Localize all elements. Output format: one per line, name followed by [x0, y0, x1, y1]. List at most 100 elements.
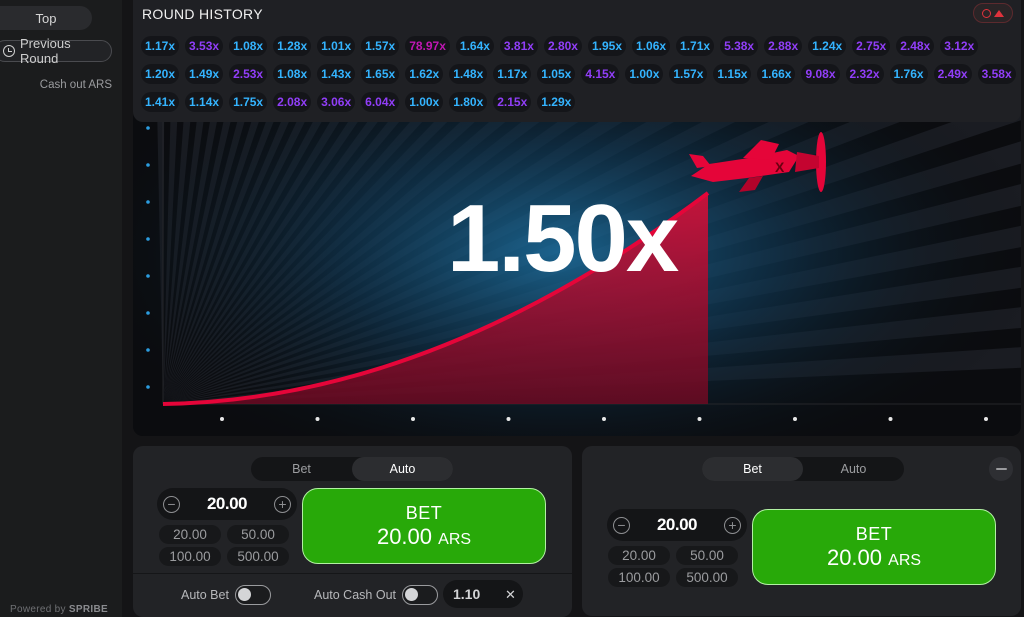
history-chip[interactable]: 1.76x	[889, 64, 928, 84]
history-chip[interactable]: 1.05x	[537, 64, 576, 84]
history-chip[interactable]: 2.49x	[933, 64, 972, 84]
x-axis-dot	[602, 417, 606, 421]
powered-by-text: Powered by	[10, 604, 66, 615]
quick-amount-50[interactable]: 50.00	[676, 546, 738, 565]
previous-round-button[interactable]: Previous Round	[0, 36, 112, 66]
history-chip[interactable]: 3.58x	[977, 64, 1016, 84]
auto-cashout-label: Auto Cash Out	[314, 588, 396, 602]
round-history-panel: ROUND HISTORY 1.17x 3.53x 1.08x 1.28x 1.01x 1…	[133, 0, 1021, 122]
history-chip[interactable]: 1.17x	[493, 64, 532, 84]
clear-icon[interactable]: ✕	[505, 587, 516, 603]
history-chip[interactable]: 1.57x	[669, 64, 708, 84]
quick-amount-500[interactable]: 500.00	[227, 547, 289, 566]
bet-amount-value[interactable]: 20.00	[207, 494, 248, 514]
history-chip[interactable]: 1.15x	[713, 64, 752, 84]
history-chip[interactable]: 1.29x	[537, 92, 576, 112]
quick-amount-20[interactable]: 20.00	[159, 525, 221, 544]
history-chip[interactable]: 2.48x	[896, 36, 935, 56]
history-chip[interactable]: 1.20x	[141, 64, 180, 84]
bet-button[interactable]: BET 20.00 ARS	[302, 488, 546, 564]
history-chip[interactable]: 2.53x	[229, 64, 268, 84]
history-chip[interactable]: 1.00x	[405, 92, 444, 112]
y-axis-dot	[146, 163, 150, 167]
history-chip[interactable]: 1.48x	[449, 64, 488, 84]
history-chip[interactable]: 1.75x	[229, 92, 268, 112]
history-chip[interactable]: 3.12x	[940, 36, 979, 56]
history-chip[interactable]: 3.53x	[185, 36, 224, 56]
history-chip[interactable]: 3.06x	[317, 92, 356, 112]
left-sidebar: Top Previous Round Cash out ARS Powered …	[0, 0, 122, 617]
y-axis-dot	[146, 274, 150, 278]
history-chip[interactable]: 2.75x	[852, 36, 891, 56]
history-chip[interactable]: 1.06x	[632, 36, 671, 56]
history-chip[interactable]: 1.57x	[361, 36, 400, 56]
bet-button-label: BET	[855, 523, 893, 544]
history-toggle-button[interactable]	[973, 3, 1013, 23]
tab-auto[interactable]: Auto	[803, 457, 904, 481]
history-chip[interactable]: 5.38x	[720, 36, 759, 56]
remove-panel-button[interactable]	[989, 457, 1013, 481]
history-chip[interactable]: 1.08x	[273, 64, 312, 84]
bet-button-amount: 20.00 ARS	[376, 523, 472, 549]
history-chip[interactable]: 2.15x	[493, 92, 532, 112]
bet-mode-switch: Bet Auto	[251, 457, 453, 481]
history-chip[interactable]: 1.41x	[141, 92, 180, 112]
bet-amount-stepper[interactable]: − 20.00 +	[607, 509, 747, 541]
decrease-icon[interactable]: −	[613, 516, 630, 534]
bet-button-label: BET	[405, 502, 443, 523]
tab-bet[interactable]: Bet	[251, 457, 352, 481]
x-axis-dot	[984, 417, 988, 421]
bet-amount-value[interactable]: 20.00	[657, 515, 698, 535]
history-chip[interactable]: 2.08x	[273, 92, 312, 112]
x-axis-dot	[411, 417, 415, 421]
history-chip[interactable]: 1.24x	[808, 36, 847, 56]
round-history-title: ROUND HISTORY	[142, 6, 263, 22]
history-chip[interactable]: 1.28x	[273, 36, 312, 56]
history-chip[interactable]: 2.88x	[764, 36, 803, 56]
history-chip[interactable]: 2.32x	[845, 64, 884, 84]
history-chip[interactable]: 1.66x	[757, 64, 796, 84]
history-chip[interactable]: 1.71x	[676, 36, 715, 56]
bet-button[interactable]: BET 20.00 ARS	[752, 509, 996, 585]
history-chip[interactable]: 1.64x	[455, 36, 494, 56]
quick-amount-20[interactable]: 20.00	[608, 546, 670, 565]
quick-amount-100[interactable]: 100.00	[608, 568, 670, 587]
auto-cashout-toggle[interactable]	[402, 585, 438, 605]
history-chip[interactable]: 3.81x	[499, 36, 538, 56]
history-chip[interactable]: 1.62x	[405, 64, 444, 84]
history-chip[interactable]: 1.14x	[185, 92, 224, 112]
increase-icon[interactable]: +	[723, 516, 741, 534]
history-chip[interactable]: 4.15x	[581, 64, 620, 84]
history-chip[interactable]: 1.65x	[361, 64, 400, 84]
x-axis-dot	[888, 417, 893, 421]
tab-auto[interactable]: Auto	[352, 457, 453, 481]
tab-bet[interactable]: Bet	[702, 457, 803, 481]
history-chip[interactable]: 9.08x	[801, 64, 840, 84]
auto-bet-toggle[interactable]	[235, 585, 271, 605]
history-chip[interactable]: 1.95x	[587, 36, 627, 56]
tab-top[interactable]: Top	[0, 6, 92, 30]
y-axis-dot	[146, 385, 150, 389]
bet-amount-stepper[interactable]: − 20.00 +	[157, 488, 297, 520]
quick-amounts: 20.00 50.00 100.00 500.00	[159, 525, 289, 566]
decrease-icon[interactable]: −	[163, 495, 180, 513]
auto-controls-row: Auto Bet Auto Cash Out 1.10 ✕	[133, 573, 572, 617]
dropdown-arrow-icon	[994, 9, 1004, 17]
increase-icon[interactable]: +	[273, 495, 291, 513]
quick-amount-50[interactable]: 50.00	[227, 525, 289, 544]
quick-amount-100[interactable]: 100.00	[159, 547, 221, 566]
quick-amounts: 20.00 50.00 100.00 500.00	[608, 546, 738, 587]
history-chip[interactable]: 2.80x	[543, 36, 582, 56]
history-chip[interactable]: 1.00x	[625, 64, 664, 84]
history-chip[interactable]: 6.04x	[361, 92, 400, 112]
history-chip[interactable]: 1.01x	[317, 36, 356, 56]
quick-amount-500[interactable]: 500.00	[676, 568, 738, 587]
history-chip[interactable]: 1.43x	[317, 64, 356, 84]
svg-text:X: X	[775, 159, 785, 175]
history-chip[interactable]: 78.97x	[405, 36, 450, 56]
history-chip[interactable]: 1.08x	[229, 36, 268, 56]
y-axis-dot	[146, 126, 150, 130]
history-chip[interactable]: 1.17x	[141, 36, 180, 56]
history-chip[interactable]: 1.49x	[185, 64, 224, 84]
history-chip[interactable]: 1.80x	[449, 92, 488, 112]
